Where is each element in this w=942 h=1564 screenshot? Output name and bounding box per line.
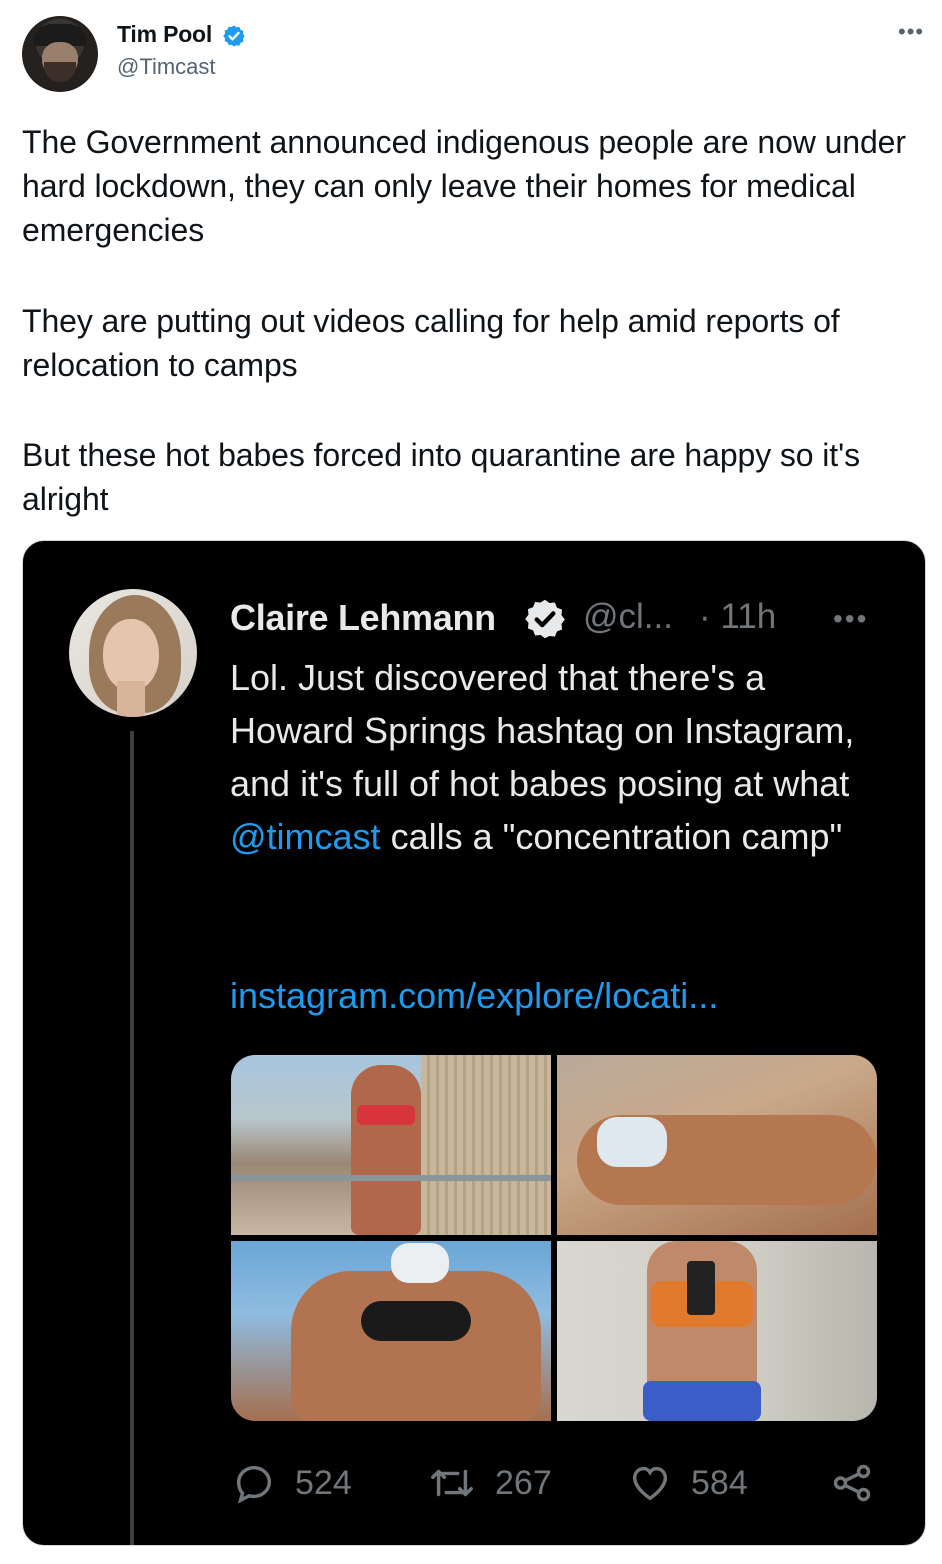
media-photo [231, 1055, 551, 1235]
author-name[interactable]: Tim Pool [117, 21, 212, 48]
embedded-tweet-text: Lol. Just discovered that there's a Howa… [230, 651, 890, 863]
like-action: 584 [627, 1451, 748, 1515]
media-photo [557, 1055, 877, 1235]
reply-action: 524 [231, 1451, 352, 1515]
mention-link: @timcast [230, 816, 381, 857]
embedded-author-name: Claire Lehmann [230, 597, 496, 638]
share-action [829, 1451, 875, 1515]
retweet-icon [431, 1469, 473, 1497]
thread-line [130, 731, 134, 1545]
heart-icon [632, 1466, 668, 1501]
media-photo [557, 1241, 877, 1421]
media-photo [231, 1241, 551, 1421]
reply-count: 524 [295, 1463, 352, 1502]
retweet-count: 267 [495, 1463, 552, 1502]
embedded-author-handle: @cl... [583, 597, 673, 636]
embedded-text-part: Lol. Just discovered that there's a Howa… [230, 657, 865, 804]
embedded-url-link: instagram.com/explore/locati... [230, 975, 719, 1016]
share-icon [833, 1464, 871, 1502]
like-count: 584 [691, 1463, 748, 1502]
media-grid [231, 1055, 877, 1421]
more-options-icon[interactable]: ••• [898, 21, 924, 43]
tweet-text-paragraph: They are putting out videos calling for … [22, 303, 849, 383]
tweet-text-paragraph: But these hot babes forced into quaranti… [22, 437, 869, 517]
verified-badge-icon [525, 599, 565, 639]
author-handle[interactable]: @Timcast [117, 54, 216, 80]
verified-badge-icon [223, 25, 245, 47]
embedded-more-icon: ••• [833, 603, 869, 634]
embedded-author-avatar [69, 589, 197, 717]
embedded-tweet-image[interactable]: Claire Lehmann @cl... · 11h ••• Lol. Jus… [22, 540, 926, 1546]
reply-icon [236, 1465, 272, 1504]
embedded-text-part: calls a "concentration camp" [380, 816, 843, 857]
embedded-timestamp: · 11h [699, 597, 777, 636]
retweet-action: 267 [427, 1451, 552, 1515]
tweet-text-paragraph: The Government announced indigenous peop… [22, 124, 915, 248]
author-avatar[interactable] [22, 16, 98, 92]
